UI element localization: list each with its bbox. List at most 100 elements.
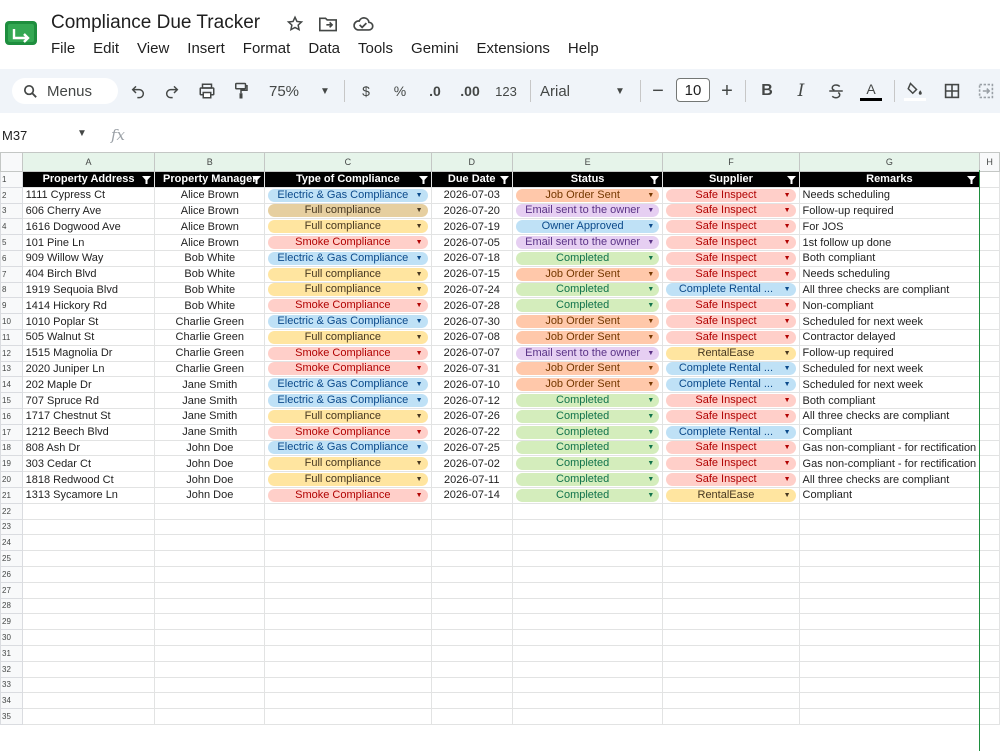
compliance-type-chip[interactable]: Electric & Gas Compliance ▼ <box>268 441 428 455</box>
header-remarks[interactable]: Remarks <box>798 171 981 188</box>
row-header[interactable]: 27 <box>0 581 23 599</box>
row-header[interactable]: 25 <box>0 550 23 567</box>
chip-dropdown-icon[interactable]: ▼ <box>416 331 423 344</box>
cell[interactable] <box>662 644 800 662</box>
supplier-chip[interactable]: Safe Inspect ▼ <box>666 330 796 344</box>
cell[interactable] <box>979 486 1000 504</box>
due-date-cell[interactable]: 2026-07-12 <box>430 392 513 409</box>
supplier-chip[interactable]: Complete Rental ... ▼ <box>666 378 796 392</box>
row-header[interactable]: 15 <box>0 392 23 409</box>
property-address-cell[interactable]: 2020 Juniper Ln <box>21 360 156 378</box>
cell[interactable] <box>662 518 800 536</box>
column-header-a[interactable]: A <box>21 152 156 172</box>
chip-dropdown-icon[interactable]: ▼ <box>647 347 654 360</box>
cell[interactable] <box>798 613 981 631</box>
status-cell[interactable]: Job Order Sent ▼ <box>511 328 664 346</box>
cell[interactable] <box>979 234 1000 251</box>
status-cell[interactable]: Completed ▼ <box>511 281 664 299</box>
property-manager-cell[interactable]: Alice Brown <box>154 202 266 220</box>
row-header[interactable]: 3 <box>0 202 23 220</box>
property-address-cell[interactable]: 606 Cherry Ave <box>21 202 156 220</box>
row-header[interactable]: 2 <box>0 186 23 204</box>
due-date-cell[interactable]: 2026-07-05 <box>430 234 513 251</box>
row-header[interactable]: 19 <box>0 455 23 473</box>
compliance-type-cell[interactable]: Smoke Compliance ▼ <box>264 344 432 362</box>
cell[interactable] <box>264 708 432 725</box>
remarks-cell[interactable]: Non-compliant <box>798 297 981 315</box>
row-header[interactable]: 30 <box>0 629 23 646</box>
row-header[interactable]: 33 <box>0 676 23 694</box>
remarks-cell[interactable]: Both compliant <box>798 392 981 409</box>
header-type-of-compliance[interactable]: Type of Compliance <box>264 171 432 188</box>
compliance-type-cell[interactable]: Full compliance ▼ <box>264 407 432 425</box>
compliance-type-chip[interactable]: Full compliance ▼ <box>268 409 428 423</box>
row-header[interactable]: 24 <box>0 534 23 552</box>
cell[interactable] <box>21 581 156 599</box>
cell[interactable] <box>798 692 981 710</box>
property-manager-cell[interactable]: Bob White <box>154 265 266 283</box>
property-manager-cell[interactable]: Jane Smith <box>154 407 266 425</box>
supplier-chip[interactable]: Safe Inspect ▼ <box>666 441 796 455</box>
status-cell[interactable]: Completed ▼ <box>511 471 664 488</box>
property-address-cell[interactable]: 1414 Hickory Rd <box>21 297 156 315</box>
due-date-cell[interactable]: 2026-07-03 <box>430 186 513 204</box>
chip-dropdown-icon[interactable]: ▼ <box>416 252 423 265</box>
cell[interactable] <box>979 644 1000 662</box>
cell[interactable] <box>979 249 1000 267</box>
chip-dropdown-icon[interactable]: ▼ <box>784 252 791 265</box>
compliance-type-cell[interactable]: Electric & Gas Compliance ▼ <box>264 313 432 330</box>
increase-decimal-button[interactable]: .00 <box>457 80 483 102</box>
row-header[interactable]: 16 <box>0 407 23 425</box>
status-cell[interactable]: Job Order Sent ▼ <box>511 376 664 394</box>
cell[interactable] <box>979 502 1000 520</box>
remarks-cell[interactable]: Follow-up required <box>798 344 981 362</box>
cell[interactable] <box>430 597 513 615</box>
paint-format-icon[interactable] <box>230 80 252 102</box>
cell[interactable] <box>430 518 513 536</box>
supplier-cell[interactable]: Safe Inspect ▼ <box>662 186 800 204</box>
chip-dropdown-icon[interactable]: ▼ <box>647 204 654 217</box>
row-header[interactable]: 32 <box>0 660 23 678</box>
chip-dropdown-icon[interactable]: ▼ <box>647 410 654 423</box>
cell[interactable] <box>979 218 1000 236</box>
zoom-select[interactable]: 75% <box>264 80 304 102</box>
cell[interactable] <box>979 534 1000 552</box>
header-due-date[interactable]: Due Date <box>430 171 513 188</box>
status-chip[interactable]: Owner Approved ▼ <box>515 220 660 234</box>
cell[interactable] <box>430 581 513 599</box>
cell[interactable] <box>662 502 800 520</box>
cell[interactable] <box>798 565 981 583</box>
due-date-cell[interactable]: 2026-07-20 <box>430 202 513 220</box>
compliance-type-cell[interactable]: Full compliance ▼ <box>264 328 432 346</box>
property-manager-cell[interactable]: John Doe <box>154 486 266 504</box>
filter-icon[interactable] <box>418 175 428 184</box>
cell[interactable] <box>154 518 266 536</box>
remarks-cell[interactable]: Contractor delayed <box>798 328 981 346</box>
cell[interactable] <box>798 550 981 567</box>
compliance-type-chip[interactable]: Smoke Compliance ▼ <box>268 488 428 502</box>
compliance-type-cell[interactable]: Smoke Compliance ▼ <box>264 486 432 504</box>
due-date-cell[interactable]: 2026-07-02 <box>430 455 513 473</box>
cell[interactable] <box>154 629 266 646</box>
cell[interactable] <box>979 660 1000 678</box>
compliance-type-chip[interactable]: Electric & Gas Compliance ▼ <box>268 315 428 329</box>
cell[interactable] <box>511 502 664 520</box>
supplier-chip[interactable]: Safe Inspect ▼ <box>666 204 796 218</box>
property-manager-cell[interactable]: Charlie Green <box>154 313 266 330</box>
cell[interactable] <box>662 565 800 583</box>
status-cell[interactable]: Email sent to the owner ▼ <box>511 234 664 251</box>
chip-dropdown-icon[interactable]: ▼ <box>647 268 654 281</box>
property-manager-cell[interactable]: John Doe <box>154 471 266 488</box>
chip-dropdown-icon[interactable]: ▼ <box>647 426 654 439</box>
filter-icon[interactable] <box>967 175 977 184</box>
cell[interactable] <box>21 597 156 615</box>
header-supplier[interactable]: Supplier <box>662 171 800 188</box>
chip-dropdown-icon[interactable]: ▼ <box>784 204 791 217</box>
cell[interactable] <box>21 502 156 520</box>
due-date-cell[interactable]: 2026-07-30 <box>430 313 513 330</box>
cell[interactable] <box>662 550 800 567</box>
cell[interactable] <box>979 297 1000 315</box>
supplier-chip[interactable]: Safe Inspect ▼ <box>666 188 796 202</box>
compliance-type-chip[interactable]: Full compliance ▼ <box>268 330 428 344</box>
property-manager-cell[interactable]: Alice Brown <box>154 218 266 236</box>
